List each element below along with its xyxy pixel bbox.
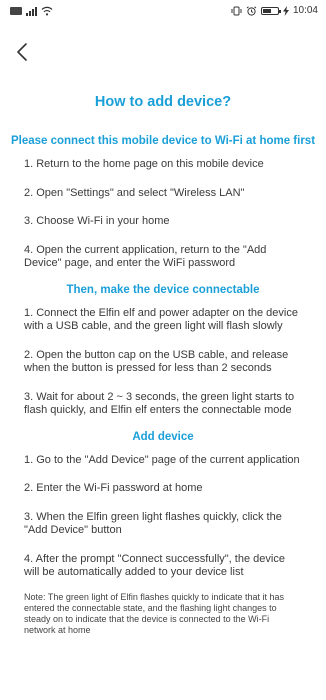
step-item: 3. Choose Wi-Fi in your home <box>24 215 170 227</box>
wifi-icon <box>41 6 53 16</box>
sim-icon <box>10 7 22 15</box>
page-title: How to add device? <box>94 94 232 110</box>
status-bar: 10:04 <box>0 0 326 20</box>
step-item: 4. After the prompt "Connect successfull… <box>24 552 285 579</box>
charging-icon <box>282 5 289 16</box>
status-right: 10:04 <box>231 5 318 16</box>
instructions-content: Please connect this mobile device to Wi-… <box>0 134 326 636</box>
alarm-icon <box>246 5 257 16</box>
step-item: 2. Open "Settings" and select "Wireless … <box>24 186 245 199</box>
step-item: 3. When the Elfin green light flashes qu… <box>24 510 282 537</box>
step-item: 1. Return to the home page on this mobil… <box>24 158 264 170</box>
section-heading-add-device: Add device <box>132 430 194 443</box>
cellular-signal-icon <box>26 6 37 16</box>
section-heading-make-connectable: Then, make the device connectable <box>66 283 260 296</box>
step-item: 3. Wait for about 2 ~ 3 seconds, the gre… <box>24 390 295 417</box>
vibrate-icon <box>231 6 242 15</box>
step-item: 2. Open the button cap on the USB cable,… <box>24 348 289 375</box>
section-heading-connect-wifi: Please connect this mobile device to Wi-… <box>10 135 316 147</box>
step-item: 4. Open the current application, return … <box>24 243 267 270</box>
status-left <box>10 6 53 16</box>
status-time: 10:04 <box>292 5 318 16</box>
chevron-left-icon <box>17 43 27 61</box>
note-text: Note: The green light of Elfin flashes q… <box>24 591 284 635</box>
step-item: 1. Connect the Elfin elf and power adapt… <box>24 306 298 333</box>
battery-icon <box>260 6 281 15</box>
step-item: 1. Go to the "Add Device" page of the cu… <box>24 453 300 466</box>
battery-fill <box>262 8 272 13</box>
step-item: 2. Enter the Wi-Fi password at home <box>24 482 203 494</box>
back-button[interactable] <box>8 38 36 66</box>
